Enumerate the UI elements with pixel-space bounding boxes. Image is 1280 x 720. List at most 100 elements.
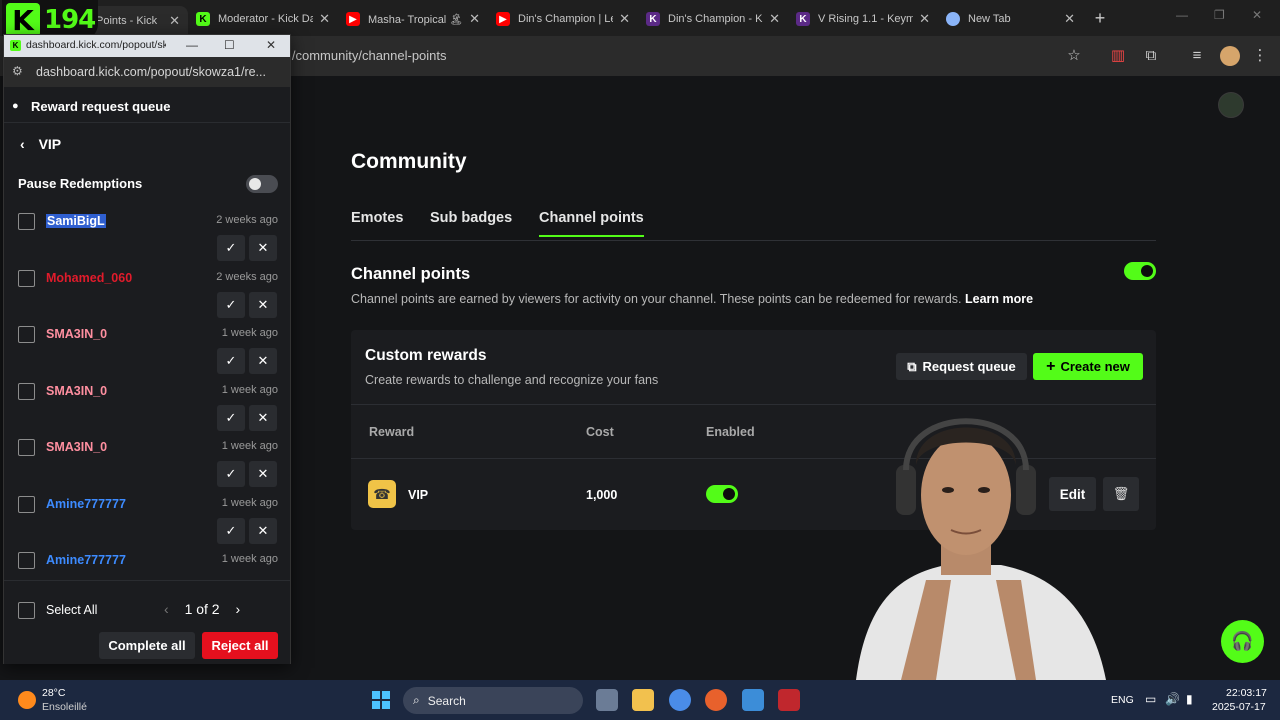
reject-x-icon[interactable]: ✕ [249,291,277,318]
taskbar-search[interactable]: ⌕ Search [403,687,583,714]
site-settings-icon[interactable]: ⚙ [12,64,23,78]
weather-description[interactable]: Ensoleillé [42,701,87,713]
complete-all-button[interactable]: Complete all [99,632,195,659]
column-header-cost: Cost [586,425,614,439]
approve-check-icon[interactable]: ✓ [217,461,245,487]
next-page-icon[interactable]: › [235,601,240,617]
minimize-icon[interactable]: — [186,38,198,52]
chrome-favicon-icon [946,12,960,26]
battery-icon[interactable]: ▮ [1186,692,1193,706]
reward-enabled-toggle[interactable] [706,485,738,503]
support-headset-button[interactable]: 🎧 [1221,620,1264,663]
channel-points-toggle[interactable] [1124,262,1156,280]
request-checkbox[interactable] [18,326,35,343]
request-checkbox[interactable] [18,552,35,569]
media-control-icon[interactable]: ≡ [1187,46,1207,66]
menu-kebab-icon[interactable]: ⋮ [1250,46,1270,66]
request-username[interactable]: Amine777777 [46,553,126,567]
clock-date[interactable]: 2025-07-17 [1212,701,1266,713]
request-checkbox[interactable] [18,213,35,230]
tab-sub-badges[interactable]: Sub badges [430,210,512,226]
request-username[interactable]: SamiBigL [46,214,106,228]
select-all-checkbox[interactable] [18,602,35,619]
maximize-icon[interactable]: ☐ [224,38,235,52]
request-username[interactable]: Amine777777 [46,497,126,511]
column-header-reward: Reward [369,425,415,439]
site-favicon-icon: K [646,12,660,26]
reject-x-icon[interactable]: ✕ [249,461,277,487]
maximize-icon[interactable]: ❐ [1214,8,1225,22]
tab-dins-champion-k[interactable]: K Din's Champion - K ✕ [638,6,788,32]
sun-icon[interactable] [18,691,36,709]
approve-check-icon[interactable]: ✓ [217,404,245,431]
tab-points-kick[interactable]: Points - Kick ✕ [88,6,188,36]
task-view-icon[interactable] [596,689,618,711]
volume-icon[interactable]: 🔊 [1165,692,1180,706]
minimize-icon[interactable]: — [1176,8,1188,22]
approve-check-icon[interactable]: ✓ [217,517,245,544]
popout-url[interactable]: dashboard.kick.com/popout/skowza1/re... [36,65,266,79]
tab-masha[interactable]: ▶ Masha- Tropical 🏝 ✕ [338,6,488,32]
reject-x-icon[interactable]: ✕ [249,348,277,374]
back-button[interactable]: ‹ VIP [20,136,61,152]
extension-audio-icon[interactable]: ▥ [1108,46,1128,66]
close-icon[interactable]: ✕ [619,11,630,27]
reject-x-icon[interactable]: ✕ [249,404,277,431]
create-new-button[interactable]: + Create new [1033,353,1143,380]
reject-x-icon[interactable]: ✕ [249,235,277,261]
close-icon[interactable]: ✕ [919,11,930,27]
tab-dins-champion-yt[interactable]: ▶ Din's Champion | Le ✕ [488,6,638,32]
request-checkbox[interactable] [18,269,35,287]
search-label: Search [427,693,466,708]
close-icon[interactable]: ✕ [1064,11,1075,27]
request-checkbox[interactable] [18,382,35,400]
app-icon[interactable] [778,689,800,711]
close-icon[interactable]: ✕ [169,13,180,29]
bookmark-star-icon[interactable]: ☆ [1064,46,1084,66]
file-explorer-icon[interactable] [632,689,654,711]
close-icon[interactable]: ✕ [266,38,276,52]
clock-time[interactable]: 22:03:17 [1226,687,1267,699]
tab-channel-points[interactable]: Channel points [539,210,644,237]
tab-v-rising[interactable]: K V Rising 1.1 - Keyma ✕ [788,6,938,32]
pause-redemptions-toggle[interactable] [246,175,278,193]
reject-all-button[interactable]: Reject all [202,632,278,659]
new-tab-button[interactable]: + [1090,8,1110,28]
learn-more-link[interactable]: Learn more [965,292,1033,306]
prev-page-icon[interactable]: ‹ [164,601,169,617]
tab-emotes[interactable]: Emotes [351,210,403,226]
user-avatar[interactable] [1218,92,1244,118]
start-menu-icon[interactable] [372,691,390,709]
approve-check-icon[interactable]: ✓ [217,235,245,261]
request-timestamp: 1 week ago [221,553,278,565]
vip-reward-icon: ☎ [368,480,396,508]
close-icon[interactable]: ✕ [769,11,780,27]
reject-x-icon[interactable]: ✕ [249,517,277,544]
language-indicator[interactable]: ENG [1111,694,1134,706]
request-checkbox[interactable] [18,439,35,456]
request-username[interactable]: SMA3IN_0 [46,440,107,454]
request-username[interactable]: SMA3IN_0 [46,384,107,398]
request-queue-button[interactable]: ⧉ Request queue [896,353,1027,380]
request-username[interactable]: Mohamed_060 [46,271,132,285]
profile-avatar[interactable] [1220,46,1240,66]
network-icon[interactable]: ▭ [1145,692,1156,706]
url-text[interactable]: l/community/channel-points [289,48,447,63]
request-username[interactable]: SMA3IN_0 [46,327,107,341]
photos-icon[interactable] [742,689,764,711]
close-icon[interactable]: ✕ [319,11,330,27]
queue-footer: Select All ‹ 1 of 2 › Complete all Rejec… [4,580,290,664]
close-icon[interactable]: ✕ [469,11,480,27]
approve-check-icon[interactable]: ✓ [217,348,245,374]
request-checkbox[interactable] [18,495,35,513]
weather-temperature[interactable]: 28°C [42,687,65,699]
reward-name-label: VIP [38,136,62,152]
firefox-icon[interactable] [705,689,727,711]
popout-titlebar[interactable]: K dashboard.kick.com/popout/sk — ☐ ✕ [4,35,290,57]
tab-new-tab[interactable]: New Tab ✕ [938,6,1083,32]
close-window-icon[interactable]: ✕ [1252,8,1262,22]
approve-check-icon[interactable]: ✓ [217,291,245,318]
extensions-puzzle-icon[interactable]: ⧉ [1141,46,1161,66]
chrome-icon[interactable] [669,689,691,711]
tab-moderator[interactable]: K Moderator - Kick Da ✕ [188,6,338,32]
